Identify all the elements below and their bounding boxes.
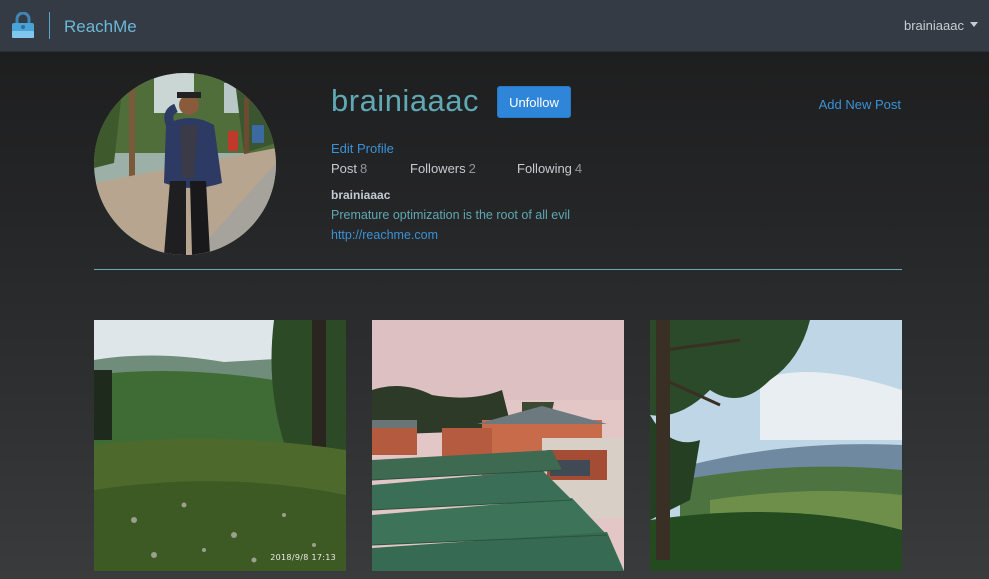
- stat-posts-count: 8: [360, 161, 368, 176]
- navbar: ReachMe brainiaaac: [0, 0, 989, 52]
- stat-following[interactable]: Following 4: [517, 161, 582, 176]
- stat-following-label: Following: [517, 161, 572, 176]
- add-new-post-link[interactable]: Add New Post: [819, 97, 901, 112]
- profile-username: brainiaaac: [331, 83, 480, 118]
- chevron-down-icon: [970, 21, 978, 27]
- post-thumbnail-2[interactable]: [372, 320, 624, 571]
- lock-icon[interactable]: [11, 12, 35, 39]
- profile-divider: [94, 269, 902, 270]
- stat-posts-label: Post: [331, 161, 358, 176]
- bio-text: Premature optimization is the root of al…: [331, 208, 570, 222]
- post-thumbnail-1[interactable]: 2018/9/8 17:13: [94, 320, 346, 571]
- user-menu-label: brainiaaac: [904, 18, 964, 33]
- edit-profile-link[interactable]: Edit Profile: [331, 141, 394, 156]
- avatar: [94, 73, 276, 255]
- stat-following-count: 4: [574, 161, 583, 176]
- brand-name[interactable]: ReachMe: [64, 17, 137, 37]
- stat-followers-count: 2: [468, 161, 476, 176]
- bio-name: brainiaaac: [331, 188, 391, 202]
- stat-followers[interactable]: Followers 2: [410, 161, 476, 176]
- unfollow-button[interactable]: Unfollow: [497, 86, 571, 118]
- brand-separator: [49, 12, 50, 39]
- stat-posts[interactable]: Post 8: [331, 161, 367, 176]
- user-menu-dropdown[interactable]: brainiaaac: [904, 18, 978, 33]
- post-timestamp: 2018/9/8 17:13: [270, 553, 336, 562]
- bio-website-link[interactable]: http://reachme.com: [331, 228, 438, 242]
- stat-followers-label: Followers: [410, 161, 466, 176]
- post-thumbnail-3[interactable]: [650, 320, 902, 571]
